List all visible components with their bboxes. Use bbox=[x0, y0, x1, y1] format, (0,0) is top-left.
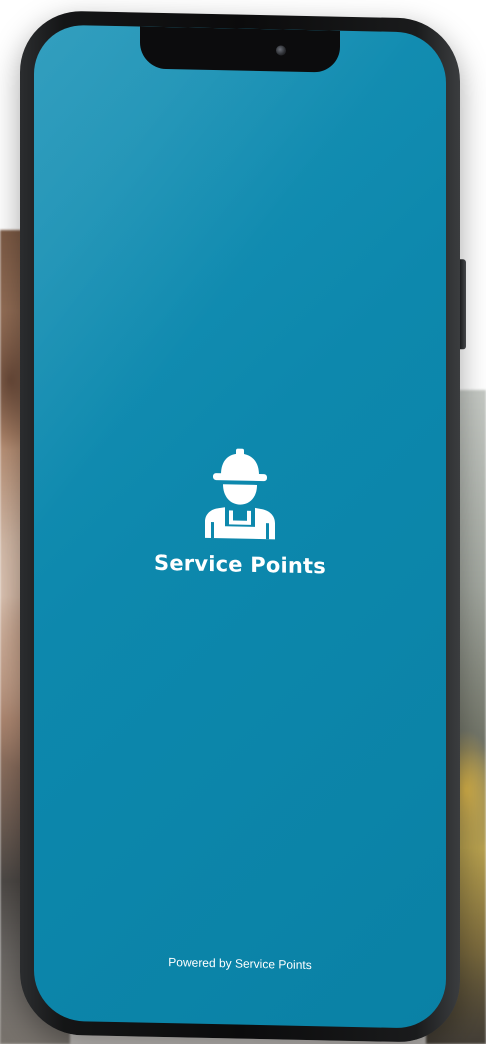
side-button bbox=[460, 259, 466, 350]
notch bbox=[140, 26, 340, 73]
camera-icon bbox=[276, 45, 286, 56]
splash-content: Service Points bbox=[34, 444, 446, 581]
app-title: Service Points bbox=[154, 550, 326, 579]
phone-device: Service Points Powered by Service Points bbox=[20, 10, 466, 1044]
phone-screen: Service Points Powered by Service Points bbox=[34, 24, 446, 1029]
powered-by-label: Powered by Service Points bbox=[168, 955, 312, 973]
worker-hardhat-icon bbox=[205, 448, 275, 540]
